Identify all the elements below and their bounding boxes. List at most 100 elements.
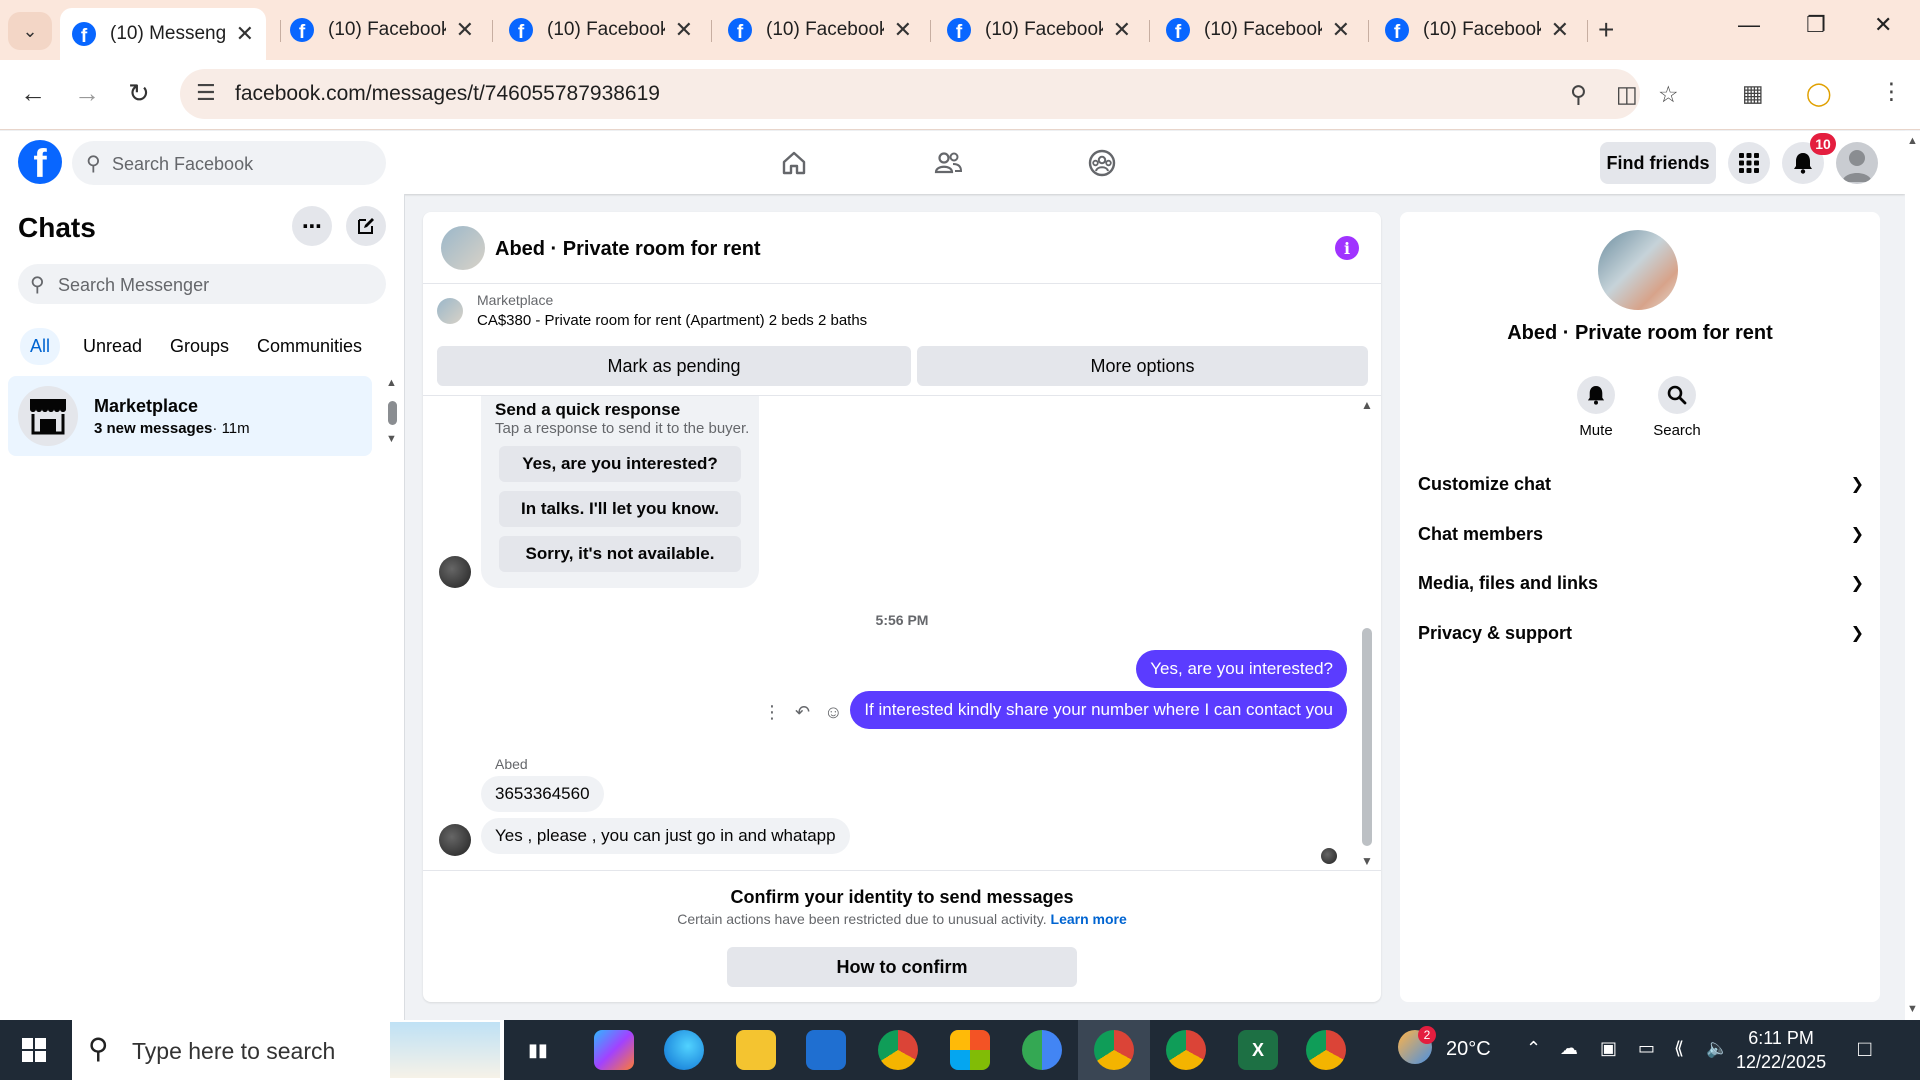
conversation-avatar[interactable] (441, 226, 485, 270)
listing-avatar[interactable] (1598, 230, 1678, 310)
more-options-button[interactable]: More options (917, 346, 1368, 386)
close-tab-icon[interactable]: ✕ (236, 21, 254, 47)
file-explorer-icon[interactable] (736, 1030, 776, 1070)
filter-groups[interactable]: Groups (160, 328, 239, 365)
close-tab-icon[interactable]: ✕ (1332, 17, 1350, 43)
browser-tab-7[interactable]: f (10) Facebook ✕ (1373, 10, 1581, 50)
task-view-icon[interactable]: ▮▮ (518, 1030, 558, 1070)
zoom-icon[interactable]: ⚲ (1570, 81, 1587, 108)
browser-tab-1[interactable]: f (10) Messenger ✕ (60, 8, 266, 60)
chat-list-item[interactable]: Marketplace 3 new messages· 11m (8, 376, 372, 456)
browser-tab-3[interactable]: f (10) Facebook ✕ (497, 10, 705, 50)
minimize-window-icon[interactable]: — (1738, 12, 1760, 38)
chat-list-scrollbar[interactable]: ▲ ▼ (386, 377, 398, 457)
edge-browser-icon[interactable] (664, 1030, 704, 1070)
mark-as-pending-button[interactable]: Mark as pending (437, 346, 911, 386)
browser-tab-2[interactable]: f (10) Facebook ✕ (278, 10, 486, 50)
incoming-message[interactable]: Yes , please , you can just go in and wh… (481, 818, 850, 854)
section-privacy-support[interactable]: Privacy & support ❯ (1418, 613, 1864, 653)
section-chat-members[interactable]: Chat members ❯ (1418, 514, 1864, 554)
filter-all[interactable]: All (20, 328, 61, 365)
outgoing-message[interactable]: If interested kindly share your number w… (850, 691, 1347, 729)
taskbar-clock[interactable]: 6:11 PM 12/22/2025 (1736, 1026, 1826, 1074)
search-action[interactable]: Search (1637, 376, 1717, 439)
wifi-icon[interactable]: ⟪ (1674, 1038, 1684, 1059)
incoming-message[interactable]: 3653364560 (481, 776, 604, 812)
notifications-center-icon[interactable]: □ (1858, 1036, 1871, 1062)
forward-arrow-icon[interactable]: → (74, 78, 100, 109)
how-to-confirm-button[interactable]: How to confirm (727, 947, 1077, 987)
profile-icon[interactable]: ◯ (1806, 80, 1832, 107)
facebook-search-input[interactable]: ⚲ Search Facebook (72, 141, 386, 185)
new-tab-plus-icon[interactable]: + (1598, 14, 1614, 46)
close-tab-icon[interactable]: ✕ (1113, 17, 1131, 43)
quick-response-option[interactable]: Sorry, it's not available. (499, 536, 741, 572)
react-emoji-icon[interactable]: ☺ (824, 702, 842, 723)
show-hidden-icons-chevron-icon[interactable]: ⌃ (1526, 1038, 1541, 1059)
info-icon[interactable]: i (1335, 236, 1359, 260)
friends-icon[interactable] (928, 143, 968, 183)
scrollbar-thumb[interactable] (1362, 628, 1372, 846)
home-icon[interactable] (774, 143, 814, 183)
quick-response-option[interactable]: Yes, are you interested? (499, 446, 741, 482)
microsoft-store-icon[interactable] (950, 1030, 990, 1070)
install-app-icon[interactable]: ◫ (1616, 81, 1638, 108)
tab-search-menu-button[interactable]: ⌄ (8, 12, 52, 50)
chrome-active-icon[interactable] (1094, 1030, 1134, 1070)
battery-icon[interactable]: ▭ (1638, 1038, 1655, 1059)
conversation-title[interactable]: Abed · Private room for rent (495, 238, 761, 261)
page-scrollbar[interactable]: ▲ ▼ (1905, 131, 1920, 1020)
mute-action[interactable]: Mute (1556, 376, 1636, 439)
learn-more-link[interactable]: Learn more (1051, 911, 1127, 927)
filter-communities[interactable]: Communities (247, 328, 372, 365)
reload-icon[interactable]: ↻ (128, 78, 150, 109)
browser-tab-5[interactable]: f (10) Facebook ✕ (935, 10, 1143, 50)
close-tab-icon[interactable]: ✕ (1551, 17, 1569, 43)
close-tab-icon[interactable]: ✕ (894, 17, 912, 43)
menu-grid-icon[interactable] (1728, 142, 1770, 184)
bookmark-star-icon[interactable]: ☆ (1658, 81, 1679, 108)
messenger-search-input[interactable]: ⚲ Search Messenger (18, 264, 386, 304)
meet-camera-icon[interactable]: ▣ (1600, 1038, 1617, 1059)
back-arrow-icon[interactable]: ← (20, 78, 46, 109)
chrome-profile-2-icon[interactable] (1166, 1030, 1206, 1070)
close-window-icon[interactable]: ✕ (1874, 12, 1892, 38)
browser-tab-4[interactable]: f (10) Facebook ✕ (716, 10, 924, 50)
more-actions-icon[interactable]: ⋮ (763, 702, 781, 723)
site-info-tune-icon[interactable]: ☰ (196, 80, 216, 106)
outgoing-message[interactable]: Yes, are you interested? (1136, 650, 1347, 688)
reply-icon[interactable]: ↶ (795, 702, 810, 723)
extensions-puzzle-icon[interactable]: ▦ (1742, 80, 1764, 107)
section-media-files-links[interactable]: Media, files and links ❯ (1418, 563, 1864, 603)
quick-response-option[interactable]: In talks. I'll let you know. (499, 491, 741, 527)
thread-scrollbar[interactable]: ▲ ▼ (1360, 396, 1374, 871)
weather-temperature[interactable]: 20°C (1446, 1038, 1491, 1061)
filter-unread[interactable]: Unread (73, 328, 152, 365)
new-message-edit-icon[interactable] (346, 206, 386, 246)
browser-tab-6[interactable]: f (10) Facebook ✕ (1154, 10, 1362, 50)
close-tab-icon[interactable]: ✕ (456, 17, 474, 43)
listing-thumbnail[interactable] (437, 298, 463, 324)
windows-start-icon[interactable] (22, 1038, 46, 1067)
taskbar-search-box[interactable]: ⚲ Type here to search (72, 1020, 504, 1080)
excel-icon[interactable]: X (1238, 1030, 1278, 1070)
outlook-icon[interactable] (806, 1030, 846, 1070)
omnibox[interactable]: ☰ facebook.com/messages/t/74605578793861… (180, 69, 1679, 119)
chrome-profile-3-icon[interactable] (1306, 1030, 1346, 1070)
find-friends-button[interactable]: Find friends (1600, 142, 1716, 184)
listing-description[interactable]: CA$380 - Private room for rent (Apartmen… (477, 312, 867, 329)
chat-options-more-icon[interactable]: ⋯ (292, 206, 332, 246)
onedrive-cloud-icon[interactable]: ☁ (1560, 1038, 1578, 1059)
chrome-icon[interactable] (878, 1030, 918, 1070)
sender-avatar[interactable] (439, 824, 471, 856)
close-tab-icon[interactable]: ✕ (675, 17, 693, 43)
volume-icon[interactable]: 🔈 (1706, 1038, 1728, 1059)
sender-avatar[interactable] (439, 556, 471, 588)
copilot-icon[interactable] (594, 1030, 634, 1070)
browser-menu-icon[interactable]: ⋮ (1880, 78, 1903, 105)
section-customize-chat[interactable]: Customize chat ❯ (1418, 464, 1864, 504)
facebook-logo-icon[interactable]: f (18, 140, 62, 184)
groups-icon[interactable] (1082, 143, 1122, 183)
restore-window-icon[interactable]: ❐ (1806, 12, 1826, 38)
account-avatar[interactable] (1836, 142, 1878, 184)
